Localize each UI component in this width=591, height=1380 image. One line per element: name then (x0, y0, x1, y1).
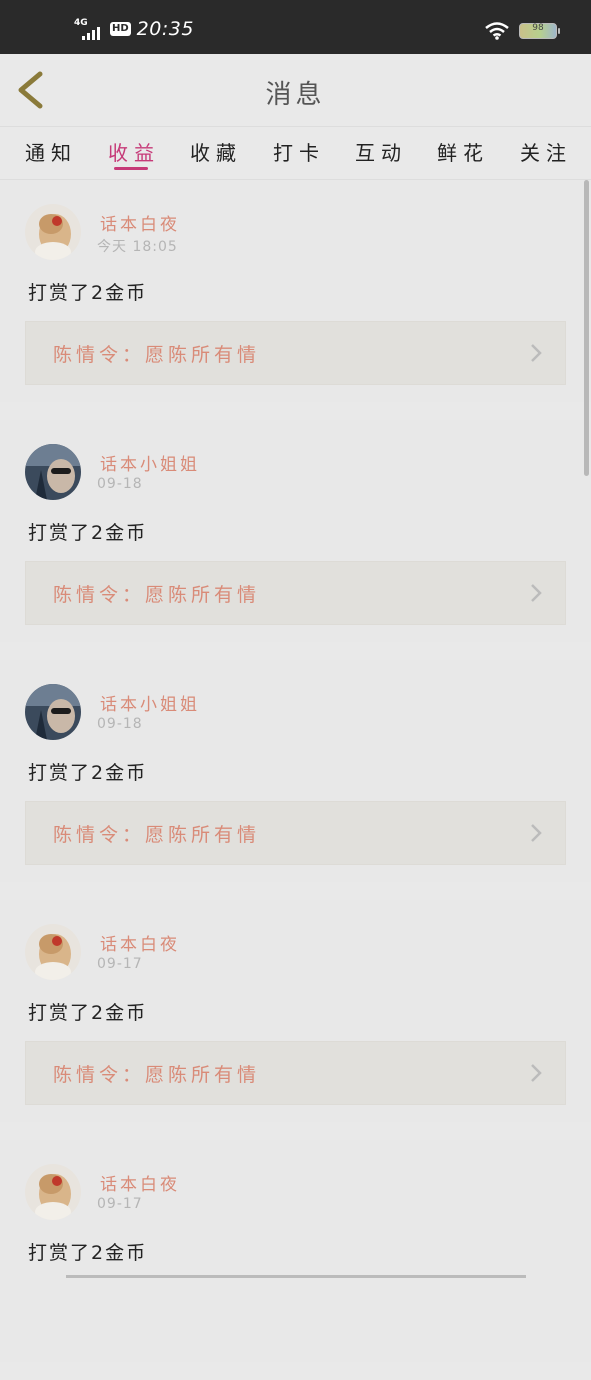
work-link[interactable]: 陈情令：愿陈所有情 (25, 801, 566, 865)
user-name[interactable]: 话本小姐姐 (100, 690, 200, 715)
clock: 20:35 (136, 18, 194, 40)
user-name[interactable]: 话本白夜 (100, 210, 180, 235)
signal-icon: 4G (74, 18, 104, 40)
active-tab-indicator (114, 167, 148, 170)
bottom-indicator (66, 1275, 526, 1278)
work-link[interactable]: 陈情令：愿陈所有情 (25, 1041, 566, 1105)
work-title: 陈情令：愿陈所有情 (53, 584, 261, 606)
tab-bar: 通知 收益 收藏 打卡 互动 鲜花 关注 (0, 126, 591, 180)
list-item: 话本小姐姐 09-18 打赏了2金币 陈情令：愿陈所有情 (0, 660, 591, 882)
tab-notice[interactable]: 通知 (25, 137, 77, 166)
avatar[interactable] (25, 924, 81, 980)
header: 消息 (0, 54, 591, 126)
tab-favorites[interactable]: 收藏 (190, 137, 242, 166)
page-title: 消息 (265, 80, 326, 110)
work-title: 陈情令：愿陈所有情 (53, 1064, 261, 1086)
chevron-right-icon (531, 584, 542, 602)
battery-icon: 98 (519, 23, 560, 39)
work-title: 陈情令：愿陈所有情 (53, 824, 261, 846)
user-name[interactable]: 话本小姐姐 (100, 450, 200, 475)
avatar[interactable] (25, 684, 81, 740)
work-title: 陈情令：愿陈所有情 (53, 344, 261, 366)
action-text: 打赏了2金币 (28, 282, 148, 304)
avatar[interactable] (25, 204, 81, 260)
list-item: 话本白夜 09-17 打赏了2金币 (0, 1140, 591, 1362)
timestamp: 09-18 (97, 716, 143, 732)
timestamp: 09-18 (97, 476, 143, 492)
chevron-right-icon (531, 344, 542, 362)
list-item: 话本白夜 今天 18:05 打赏了2金币 陈情令：愿陈所有情 (0, 180, 591, 402)
avatar[interactable] (25, 444, 81, 500)
chevron-right-icon (531, 824, 542, 842)
action-text: 打赏了2金币 (28, 1002, 148, 1024)
scrollbar[interactable] (584, 180, 589, 476)
action-text: 打赏了2金币 (28, 522, 148, 544)
user-name[interactable]: 话本白夜 (100, 1170, 180, 1195)
user-name[interactable]: 话本白夜 (100, 930, 180, 955)
tab-following[interactable]: 关注 (520, 137, 572, 166)
message-list: 话本白夜 今天 18:05 打赏了2金币 陈情令：愿陈所有情 话本小姐姐 09-… (0, 180, 591, 1380)
tab-interaction[interactable]: 互动 (355, 137, 407, 166)
list-item: 话本小姐姐 09-18 打赏了2金币 陈情令：愿陈所有情 (0, 420, 591, 642)
timestamp: 09-17 (97, 956, 143, 972)
work-link[interactable]: 陈情令：愿陈所有情 (25, 321, 566, 385)
tab-flowers[interactable]: 鲜花 (437, 137, 489, 166)
chevron-right-icon (531, 1064, 542, 1082)
wifi-icon (485, 22, 509, 40)
timestamp: 今天 18:05 (97, 239, 178, 255)
action-text: 打赏了2金币 (28, 1242, 148, 1264)
battery-level: 98 (532, 23, 544, 33)
avatar[interactable] (25, 1164, 81, 1220)
list-item: 话本白夜 09-17 打赏了2金币 陈情令：愿陈所有情 (0, 900, 591, 1122)
hd-badge: HD (110, 22, 131, 36)
work-link[interactable]: 陈情令：愿陈所有情 (25, 561, 566, 625)
status-bar: 4G HD 20:35 98 (0, 0, 591, 54)
action-text: 打赏了2金币 (28, 762, 148, 784)
tab-checkin[interactable]: 打卡 (273, 137, 325, 166)
tab-earnings[interactable]: 收益 (108, 137, 160, 166)
timestamp: 09-17 (97, 1196, 143, 1212)
